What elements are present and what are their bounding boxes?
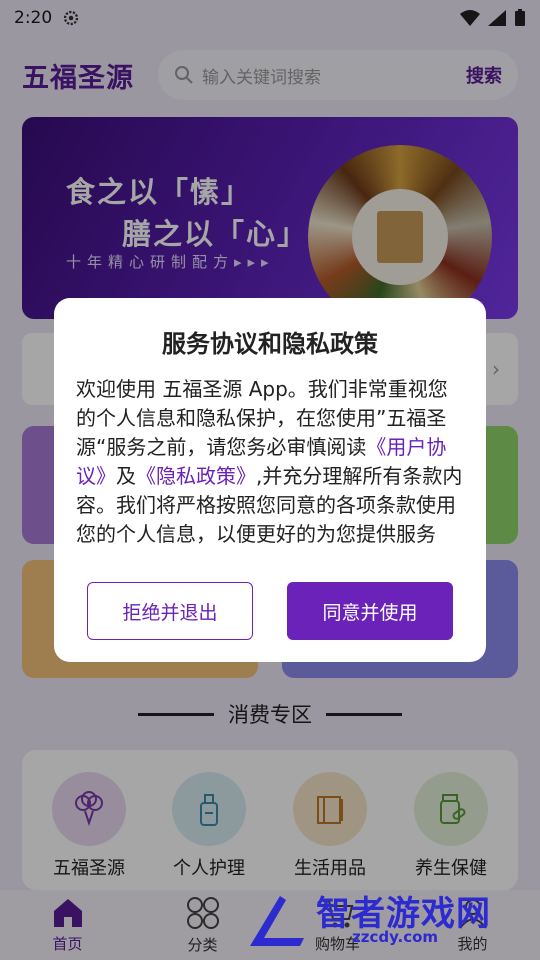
privacy-policy-link[interactable]: 《隐私政策》 <box>136 464 256 488</box>
dialog-body: 欢迎使用 五福圣源 App。我们非常重视您的个人信息和隐私保护，在您使用”五福圣… <box>76 375 464 549</box>
dialog-title: 服务协议和隐私政策 <box>162 330 378 358</box>
watermark-logo-icon <box>250 896 304 946</box>
site-watermark: 智者游戏网 zzcdy.com <box>244 886 534 956</box>
reject-exit-button[interactable]: 拒绝并退出 <box>87 582 253 640</box>
watermark-url: zzcdy.com <box>352 928 439 946</box>
agree-use-button[interactable]: 同意并使用 <box>287 582 453 640</box>
dialog-body-text: 及 <box>116 464 136 488</box>
privacy-dialog: 服务协议和隐私政策 欢迎使用 五福圣源 App。我们非常重视您的个人信息和隐私保… <box>54 298 486 662</box>
dialog-button-row: 拒绝并退出 同意并使用 <box>87 582 453 640</box>
